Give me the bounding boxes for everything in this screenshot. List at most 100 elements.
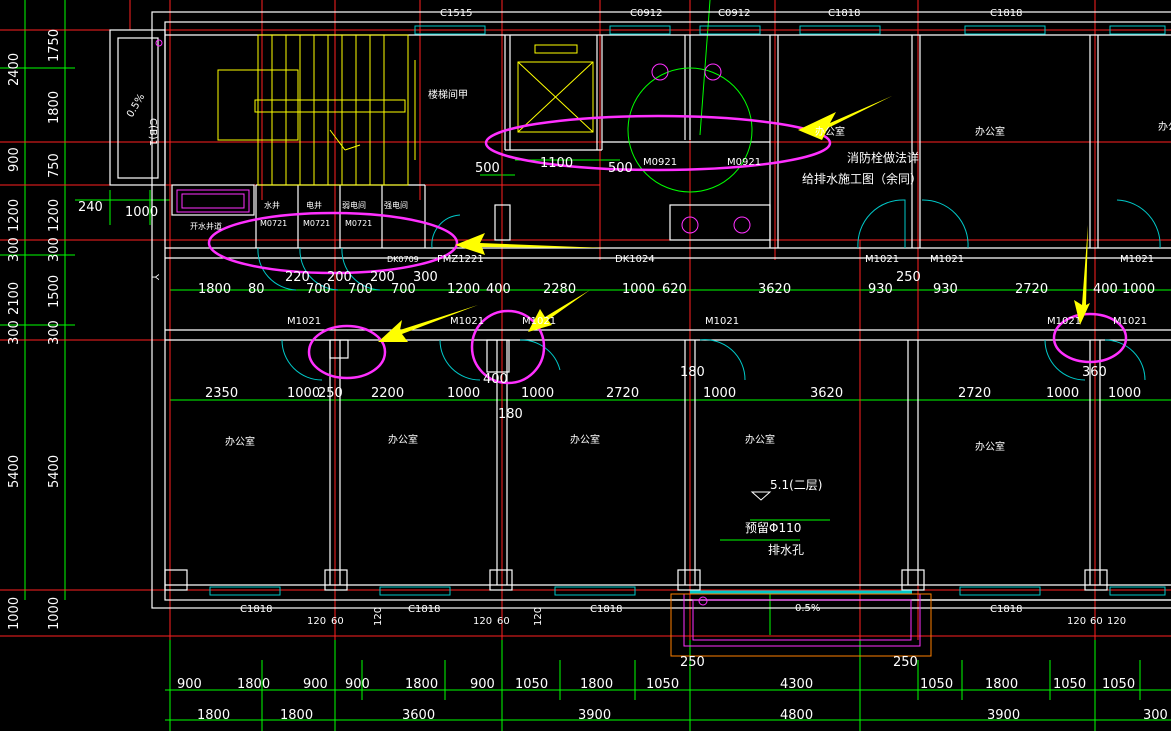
dim-office: 1000 (703, 386, 736, 401)
dim-corridor: 3620 (758, 282, 791, 297)
room-label: 办公室 (570, 433, 600, 446)
dim-bottom: 1800 (405, 677, 438, 692)
dim-office: 2720 (606, 386, 639, 401)
door-tag: DK1024 (615, 254, 655, 265)
window-tag: C1818 (590, 604, 622, 615)
dim-small: 60 (1090, 616, 1103, 627)
note-text: 预留Φ110 (745, 521, 801, 535)
dim-corridor: 1800 (198, 282, 231, 297)
dim-stair: 500 (475, 161, 500, 176)
dim-left: 900 (7, 147, 22, 172)
dim-office: 1000 (447, 386, 480, 401)
dim-corridor: 80 (248, 282, 265, 297)
door-tag: 水井 (264, 200, 280, 210)
dim-corridor: 250 (896, 270, 921, 285)
door-tag: M1021 (705, 316, 739, 327)
dim-left: 300 (7, 320, 22, 345)
dim-small: 250 (680, 655, 705, 670)
dim-office: 1000 (1046, 386, 1079, 401)
dim-left: 1800 (47, 91, 62, 124)
dimension-lines (0, 0, 1171, 731)
dim-stair: 500 (608, 161, 633, 176)
door-tag: M1021 (450, 316, 484, 327)
note-text: 排水孔 (768, 543, 804, 557)
dim-bottom: 1800 (197, 708, 230, 723)
room-label: 楼梯间甲 (428, 88, 468, 101)
note-text: C(B)1 (147, 118, 158, 146)
dim-office: 2200 (371, 386, 404, 401)
dim-left: 1750 (47, 29, 62, 62)
dim-corridor: 2720 (1015, 282, 1048, 297)
door-tag: 弱电间 (342, 200, 366, 210)
dim-left: 1200 (47, 199, 62, 232)
dim-office: 1000 (1108, 386, 1141, 401)
door-tag: M1021 (930, 254, 964, 265)
dim-left: 300 (47, 237, 62, 262)
door-tag: M1021 (1047, 316, 1081, 327)
door-tag: 强电间 (384, 200, 408, 210)
dim-office: 1000 (287, 386, 320, 401)
dim-bottom: 900 (177, 677, 202, 692)
door-tag: M0721 (260, 219, 287, 228)
door-tag: M1021 (287, 316, 321, 327)
note-text: 5.1(二层) (770, 478, 822, 492)
window-tags: C1515 C0912 C0912 C1818 C1818 C1818 C181… (240, 8, 1022, 615)
door-tag: M0721 (345, 219, 372, 228)
dim-left: 5400 (47, 455, 62, 488)
note-text: 0.5% (795, 603, 820, 614)
dim-office: 2350 (205, 386, 238, 401)
door-tag: M0921 (643, 157, 677, 168)
dim-office: 180 (498, 407, 523, 422)
dim-small: 60 (331, 616, 344, 627)
dim-office: 400 (483, 372, 508, 387)
dim-bottom: 1800 (580, 677, 613, 692)
notes: 消防栓做法详 给排水施工图（余同） 5.1(二层) 预留Φ110 排水孔 0.5… (125, 92, 922, 614)
room-label: 办公室 (815, 125, 845, 138)
dim-small: 250 (893, 655, 918, 670)
door-tag: DK0709 (387, 255, 419, 264)
dim-left: 750 (47, 153, 62, 178)
dim-bottom: 1050 (1053, 677, 1086, 692)
dim-bottom: 1050 (515, 677, 548, 692)
dim-left: 1000 (7, 597, 22, 630)
window-tag: C1515 (440, 8, 472, 19)
floor-plan-drawing: C1515 C0912 C0912 C1818 C1818 C1818 C181… (0, 0, 1171, 731)
dim-office: 250 (318, 386, 343, 401)
dim-corridor: 930 (933, 282, 958, 297)
dim-left: 1000 (125, 205, 158, 220)
note-text: 给排水施工图（余同） (802, 171, 922, 186)
dim-stair: 1100 (540, 156, 573, 171)
window-tag: C1818 (240, 604, 272, 615)
dim-small: 120 (1107, 616, 1126, 627)
door-tag: 电井 (306, 200, 322, 210)
dim-small: 120 (533, 607, 544, 626)
dim-bottom: 1050 (1102, 677, 1135, 692)
dim-small: 120 (307, 616, 326, 627)
dim-bottom: 3600 (402, 708, 435, 723)
dim-small: 120 (373, 607, 384, 626)
dim-office: 2720 (958, 386, 991, 401)
dim-bottom: 1050 (646, 677, 679, 692)
dim-left: 300 (47, 320, 62, 345)
dim-left: 1200 (7, 199, 22, 232)
dim-corridor: 930 (868, 282, 893, 297)
note-text: Y (149, 273, 160, 281)
room-label: 办公室 (745, 433, 775, 446)
dim-small: 120 (473, 616, 492, 627)
bottom-small-dimensions: 120 60 120 120 60 120 120 60 120 250 250 (307, 607, 1126, 670)
dim-bottom: 900 (345, 677, 370, 692)
stair-dimensions: 500 1100 500 (475, 156, 633, 176)
office-dimensions: 2350 1000 250 2200 1000 400 1000 2720 18… (205, 365, 1141, 422)
door-tag: M1021 (522, 316, 556, 327)
window-tag: C1818 (990, 604, 1022, 615)
room-label: 办公室 (388, 433, 418, 446)
corridor-dimensions: 1800 80 220 700 200 700 200 700 300 1200… (198, 270, 1155, 297)
axis-grid-lines (0, 0, 1171, 640)
dim-corridor: 1000 (1122, 282, 1155, 297)
bottom-dimensions-row2: 1800 1800 3600 3900 4800 3900 300 (197, 708, 1168, 723)
room-label: 办公室 (975, 440, 1005, 453)
dim-bottom: 4300 (780, 677, 813, 692)
room-label: 办公室 (1158, 120, 1171, 133)
window-tag: C0912 (718, 8, 750, 19)
dim-corridor: 400 (1093, 282, 1118, 297)
